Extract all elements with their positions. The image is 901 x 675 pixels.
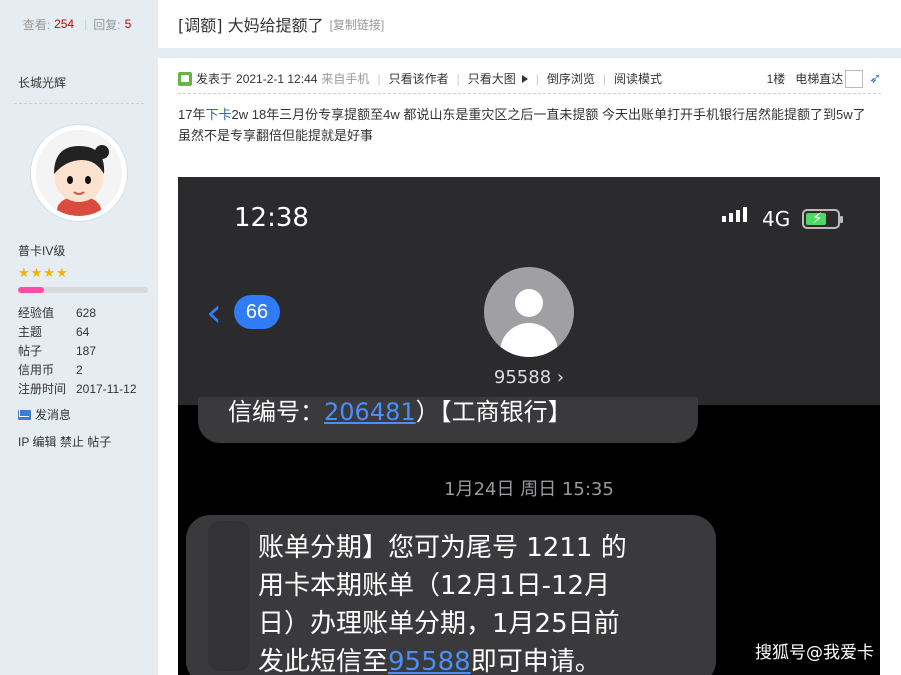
- meta-divider: |: [602, 71, 606, 86]
- meta-divider: |: [535, 71, 539, 86]
- avatar-frame[interactable]: [30, 124, 128, 222]
- floor-nav: 1楼 电梯直达 ➶: [766, 69, 881, 88]
- sms2-line: 用卡本期账单（12月1日-12月: [258, 571, 611, 601]
- contact-avatar-icon: [484, 267, 574, 357]
- only-author-link[interactable]: 只看该作者: [389, 70, 449, 87]
- stat-label: 经验值: [18, 306, 55, 320]
- sms2-line4-prefix: 发此短信至: [258, 647, 389, 675]
- user-level[interactable]: 普卡IV级: [14, 242, 144, 259]
- stat-value: 2: [76, 362, 83, 377]
- send-message-label: 发消息: [35, 408, 72, 422]
- signal-icon: [722, 207, 747, 222]
- stat-label: 注册时间: [18, 382, 67, 396]
- send-message-button[interactable]: 发消息: [14, 406, 144, 423]
- floor-jump-input[interactable]: [845, 69, 864, 88]
- sms1-suffix: ）【工商银行】: [415, 398, 572, 426]
- avatar-cartoon-icon: [36, 130, 122, 216]
- watermark: 搜狐号@我爱卡: [755, 643, 874, 663]
- separator: [0, 48, 901, 58]
- floor-number: 1楼: [766, 72, 786, 86]
- admin-edit-link[interactable]: 编辑: [32, 435, 56, 449]
- views-count: 254: [54, 17, 75, 31]
- sms2-link: 95588: [388, 647, 471, 675]
- stat-label: 帖子: [18, 344, 43, 358]
- stat-row: 主题 64: [18, 322, 144, 341]
- post-text: 17年下卡2w 18年三月份专享提额至4w 都说山东是重灾区之后一直未提额 今天…: [178, 104, 880, 146]
- thread-header: 查看: 254 | 回复: 5 [调额] 大妈给提额了 [复制链接]: [0, 0, 901, 48]
- admin-ip-link[interactable]: IP: [18, 435, 29, 449]
- network-type: 4G: [762, 207, 791, 231]
- author-name[interactable]: 长城光辉: [14, 70, 144, 104]
- copy-link-button[interactable]: [复制链接]: [330, 16, 385, 33]
- thread-title-bar: [调额] 大妈给提额了 [复制链接]: [158, 0, 901, 48]
- sms2-line4-suffix: 即可申请。: [470, 647, 601, 675]
- replies-label: 回复:: [93, 17, 121, 32]
- stats-divider: |: [84, 17, 88, 31]
- level-progress-bar: [18, 287, 148, 293]
- post-meta-bar: 发表于 2021-2-1 12:44 来自手机 | 只看该作者 | 只看大图 |…: [178, 68, 881, 94]
- stat-value: 2017-11-12: [76, 381, 137, 396]
- back-chevron-icon: ‹: [206, 290, 222, 336]
- post-source: 来自手机: [321, 72, 370, 86]
- thread-stats: 查看: 254 | 回复: 5: [0, 0, 158, 48]
- triangle-right-icon: [521, 75, 528, 83]
- jump-arrow-icon[interactable]: ➶: [869, 70, 881, 87]
- posted-prefix: 发表于: [196, 72, 233, 86]
- sms2-line: 日）办理账单分期，1月25日前: [258, 609, 620, 639]
- level-progress-fill: [18, 287, 44, 293]
- user-stats: 经验值 628 主题 64 帖子 187 信用币 2 注册时间 2017-11-12: [14, 303, 144, 398]
- battery-icon: ⚡: [802, 209, 843, 229]
- stat-row: 注册时间 2017-11-12: [18, 379, 144, 398]
- sms1-link: 206481: [324, 398, 416, 426]
- mail-icon: [18, 409, 31, 420]
- stat-label: 信用币: [18, 363, 55, 377]
- sms1-prefix: 信编号：: [228, 398, 324, 426]
- post-date: 2021-2-1 12:44: [236, 71, 318, 86]
- stat-row: 经验值 628: [18, 303, 144, 322]
- only-images-link[interactable]: 只看大图: [468, 70, 528, 87]
- thread-title: [调额] 大妈给提额了: [178, 16, 324, 35]
- stat-row: 信用币 2: [18, 360, 144, 379]
- sms-bubble-latest: 账单分期】您可为尾号 1211 的 用卡本期账单（12月1日-12月 日）办理账…: [186, 515, 716, 675]
- online-status-icon: [178, 71, 192, 86]
- avatar[interactable]: [36, 130, 122, 216]
- sms-bubble-blur: [208, 521, 250, 671]
- admin-ban-link[interactable]: 禁止: [60, 435, 84, 449]
- sms2-line: 发此短信至95588即可申请。: [258, 643, 716, 675]
- read-mode-link[interactable]: 阅读模式: [614, 70, 662, 87]
- stat-label: 主题: [18, 325, 43, 339]
- post-body: 发表于 2021-2-1 12:44 来自手机 | 只看该作者 | 只看大图 |…: [158, 58, 901, 675]
- admin-posts-link[interactable]: 帖子: [87, 435, 111, 449]
- replies-count: 5: [124, 17, 132, 31]
- post-text-start: 17年: [178, 107, 206, 122]
- meta-divider: |: [456, 71, 460, 86]
- post-image[interactable]: 12:38 4G ⚡ ‹ 66 95588 › 信编号：206481）【工商银行…: [178, 177, 880, 675]
- sms2-line: 账单分期】您可为尾号 1211 的: [258, 533, 627, 563]
- stat-value-link[interactable]: 64: [76, 325, 89, 339]
- post-inline-link[interactable]: 下卡: [205, 107, 231, 122]
- post-text-rest: 2w 18年三月份专享提额至4w 都说山东是重灾区之后一直未提额 今天出账单打开…: [178, 107, 866, 143]
- views-label: 查看:: [22, 17, 51, 32]
- level-stars: ★★★★: [18, 265, 69, 280]
- stat-value: 628: [76, 305, 97, 320]
- phone-time: 12:38: [234, 203, 309, 233]
- contact-number: 95588 ›: [493, 367, 565, 388]
- only-images-label: 只看大图: [467, 72, 516, 86]
- admin-links: IP 编辑 禁止 帖子: [14, 433, 144, 450]
- back-count-badge: 66: [234, 295, 280, 329]
- stat-row: 帖子 187: [18, 341, 144, 360]
- sms-timestamp: 1月24日 周日 15:35: [444, 479, 614, 500]
- author-sidebar: 长城光辉 普卡IV级 ★★★★ 经验值 628 主题 64 帖子 187 信用币 2 注…: [0, 58, 158, 675]
- author-name-link[interactable]: 长城光辉: [18, 76, 66, 90]
- reverse-order-link[interactable]: 倒序浏览: [547, 70, 595, 87]
- sms-bubble-previous: 信编号：206481）【工商银行】: [198, 397, 698, 443]
- stat-value-link[interactable]: 187: [76, 344, 96, 358]
- elevator-label: 电梯直达: [795, 72, 844, 86]
- meta-divider: |: [377, 71, 381, 86]
